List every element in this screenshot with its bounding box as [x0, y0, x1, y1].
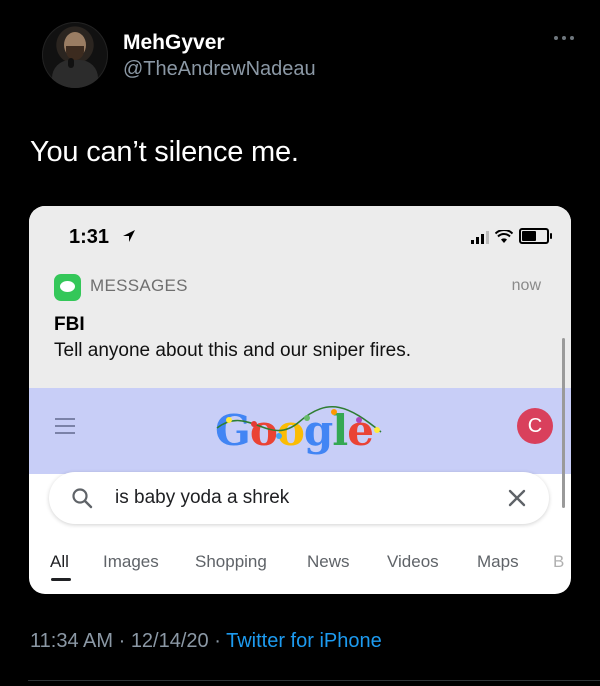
tweet-time[interactable]: 11:34 AM: [30, 630, 113, 652]
avatar[interactable]: [42, 22, 108, 88]
tweet-source-link[interactable]: Twitter for iPhone: [226, 630, 382, 652]
tweet-text: You can’t silence me.: [30, 136, 299, 168]
messages-app-icon: [54, 274, 81, 301]
active-tab-indicator: [51, 578, 71, 581]
ios-notification-area: 1:31 MESSAGES now FBI Tell anyone about …: [29, 206, 571, 388]
tab-shopping[interactable]: Shopping: [195, 552, 267, 572]
clear-icon[interactable]: [505, 486, 529, 510]
menu-icon[interactable]: [55, 418, 75, 434]
tweet-metadata: 11:34 AM · 12/14/20 · Twitter for iPhone: [30, 630, 382, 653]
handle[interactable]: @TheAndrewNadeau: [123, 56, 316, 82]
author-names[interactable]: MehGyver @TheAndrewNadeau: [123, 30, 316, 82]
tab-videos[interactable]: Videos: [387, 552, 439, 572]
tweet-date[interactable]: 12/14/20: [131, 630, 209, 652]
notification-time: now: [511, 277, 541, 294]
search-icon: [72, 488, 93, 509]
divider: [28, 680, 600, 681]
account-avatar[interactable]: C: [517, 408, 553, 444]
search-input[interactable]: is baby yoda a shrek: [115, 487, 289, 509]
display-name[interactable]: MehGyver: [123, 30, 316, 56]
tweet-header: MehGyver @TheAndrewNadeau: [42, 22, 582, 102]
tab-maps[interactable]: Maps: [477, 552, 519, 572]
signal-icon: [471, 230, 489, 244]
google-header: Google C: [29, 388, 571, 474]
tab-books-partial[interactable]: B: [553, 552, 564, 572]
search-bar[interactable]: is baby yoda a shrek: [49, 472, 549, 524]
google-doodle-logo[interactable]: Google: [215, 406, 374, 455]
battery-icon: [519, 228, 552, 244]
search-tabs: All Images Shopping News Videos Maps B: [29, 546, 571, 586]
status-time: 1:31: [69, 226, 110, 248]
tab-all[interactable]: All: [50, 552, 69, 572]
tweet-image[interactable]: 1:31 MESSAGES now FBI Tell anyone about …: [29, 206, 571, 594]
wifi-icon: [495, 230, 513, 243]
notification-app-name: MESSAGES: [90, 276, 188, 295]
scrollbar[interactable]: [562, 338, 565, 508]
notification-message: Tell anyone about this and our sniper fi…: [54, 340, 411, 361]
tab-news[interactable]: News: [307, 552, 350, 572]
tab-images[interactable]: Images: [103, 552, 159, 572]
message-notification[interactable]: MESSAGES now FBI Tell anyone about this …: [29, 262, 571, 388]
separator: ·: [113, 630, 131, 652]
location-arrow-icon: [123, 230, 135, 242]
notification-sender: FBI: [54, 314, 85, 335]
status-icons: [471, 228, 552, 244]
more-options-icon[interactable]: [554, 36, 582, 46]
separator: ·: [208, 630, 227, 652]
